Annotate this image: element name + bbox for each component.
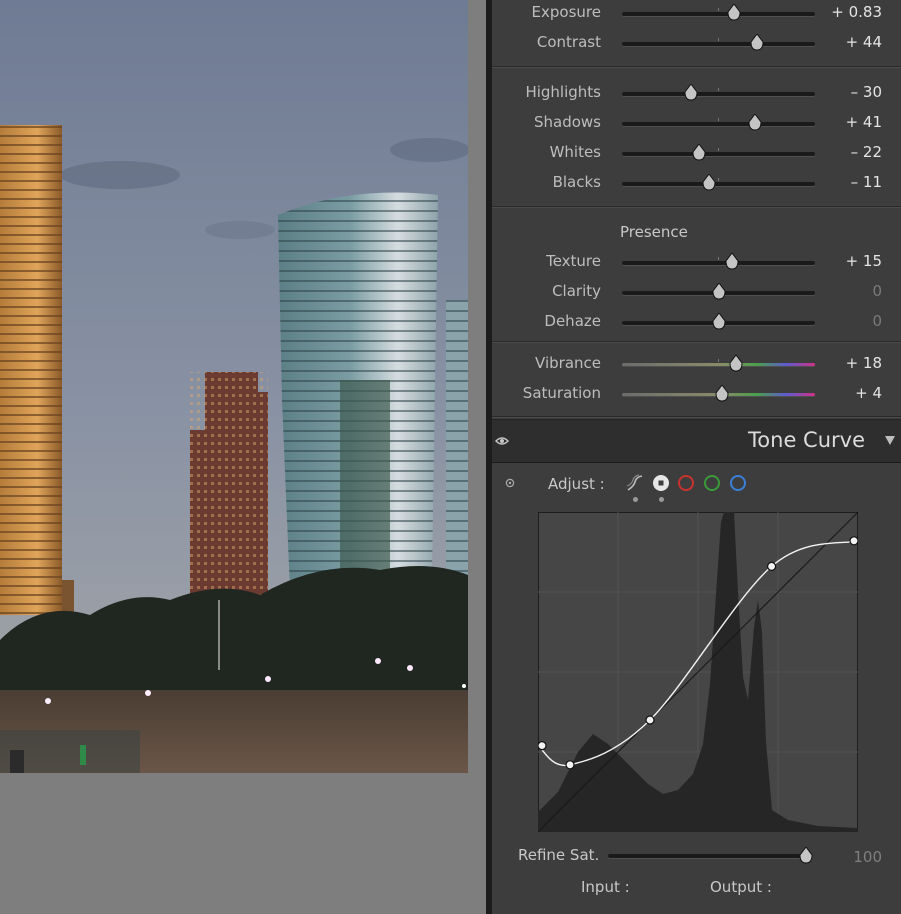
shadows-label: Shadows bbox=[533, 113, 601, 131]
slider-row-shadows: Shadows + 41 bbox=[492, 110, 901, 138]
curve-control-point[interactable] bbox=[767, 561, 777, 572]
input-readout-label: Input : bbox=[581, 878, 630, 896]
slider-center-tick bbox=[718, 88, 719, 91]
saturation-slider[interactable] bbox=[622, 385, 815, 402]
slider-center-tick bbox=[718, 178, 719, 181]
exposure-label: Exposure bbox=[531, 3, 601, 21]
slider-row-highlights: Highlights – 30 bbox=[492, 80, 901, 108]
contrast-slider-thumb[interactable] bbox=[750, 34, 764, 52]
target-adjust-icon[interactable] bbox=[505, 478, 515, 488]
photo-preview-area bbox=[0, 0, 486, 914]
parametric-curve-icon[interactable] bbox=[626, 474, 644, 492]
slider-row-texture: Texture + 15 bbox=[492, 249, 901, 277]
shadows-slider[interactable] bbox=[622, 114, 815, 131]
curve-control-point[interactable] bbox=[645, 715, 655, 725]
highlights-slider[interactable] bbox=[622, 84, 815, 101]
blue-channel-button[interactable] bbox=[730, 475, 746, 491]
whites-value[interactable]: – 22 bbox=[851, 143, 882, 161]
blacks-slider-thumb[interactable] bbox=[702, 174, 716, 192]
collapse-triangle-icon[interactable] bbox=[885, 436, 895, 445]
texture-slider[interactable] bbox=[622, 253, 815, 270]
slider-row-clarity: Clarity 0 bbox=[492, 279, 901, 307]
slider-center-tick bbox=[718, 257, 719, 260]
tone-curve-graph[interactable] bbox=[537, 511, 859, 833]
blacks-slider[interactable] bbox=[622, 174, 815, 191]
presence-heading: Presence bbox=[620, 223, 688, 241]
separator bbox=[492, 416, 901, 418]
tone-curve-title[interactable]: Tone Curve bbox=[748, 428, 865, 452]
slider-center-tick bbox=[718, 38, 719, 41]
slider-row-saturation: Saturation + 4 bbox=[492, 381, 901, 409]
point-indicator-dot bbox=[659, 497, 664, 502]
city-photo bbox=[0, 0, 468, 773]
dehaze-label: Dehaze bbox=[544, 312, 601, 330]
texture-slider-thumb[interactable] bbox=[725, 253, 739, 271]
tone-curve-header[interactable]: Tone Curve bbox=[492, 419, 901, 463]
slider-row-vibrance: Vibrance + 18 bbox=[492, 351, 901, 379]
highlights-value[interactable]: – 30 bbox=[851, 83, 882, 101]
exposure-slider[interactable] bbox=[622, 4, 815, 21]
curve-control-point[interactable] bbox=[565, 760, 575, 770]
photo-preview bbox=[0, 0, 468, 773]
shadows-slider-thumb[interactable] bbox=[748, 114, 762, 132]
develop-panel: Exposure + 0.83 Contrast + 44 Highlights – 30… bbox=[492, 0, 901, 914]
slider-row-exposure: Exposure + 0.83 bbox=[492, 0, 901, 28]
highlights-slider-thumb[interactable] bbox=[684, 84, 698, 102]
saturation-slider-thumb[interactable] bbox=[715, 385, 729, 403]
eye-icon[interactable] bbox=[495, 436, 509, 446]
slider-center-tick bbox=[718, 359, 719, 362]
refine-sat-label: Refine Sat. bbox=[518, 846, 600, 864]
whites-slider[interactable] bbox=[622, 144, 815, 161]
separator bbox=[492, 206, 901, 208]
slider-row-contrast: Contrast + 44 bbox=[492, 30, 901, 58]
clarity-slider[interactable] bbox=[622, 283, 815, 300]
clarity-value[interactable]: 0 bbox=[872, 282, 882, 300]
texture-label: Texture bbox=[546, 252, 601, 270]
separator bbox=[492, 66, 901, 68]
shadows-value[interactable]: + 41 bbox=[846, 113, 882, 131]
clarity-label: Clarity bbox=[552, 282, 601, 300]
contrast-label: Contrast bbox=[536, 33, 601, 51]
exposure-value[interactable]: + 0.83 bbox=[831, 3, 882, 21]
curve-control-point[interactable] bbox=[849, 536, 859, 546]
green-channel-button[interactable] bbox=[704, 475, 720, 491]
slider-row-dehaze: Dehaze 0 bbox=[492, 309, 901, 337]
tone-curve-svg[interactable] bbox=[537, 511, 859, 833]
blacks-value[interactable]: – 11 bbox=[851, 173, 882, 191]
slider-row-blacks: Blacks – 11 bbox=[492, 170, 901, 198]
dehaze-slider[interactable] bbox=[622, 313, 815, 330]
blacks-label: Blacks bbox=[552, 173, 601, 191]
dehaze-value[interactable]: 0 bbox=[872, 312, 882, 330]
vibrance-value[interactable]: + 18 bbox=[846, 354, 882, 372]
vibrance-slider-thumb[interactable] bbox=[729, 355, 743, 373]
vibrance-label: Vibrance bbox=[535, 354, 601, 372]
clarity-slider-thumb[interactable] bbox=[711, 283, 726, 301]
curve-control-point[interactable] bbox=[537, 741, 547, 751]
highlights-label: Highlights bbox=[525, 83, 601, 101]
refine-sat-slider[interactable] bbox=[608, 847, 813, 864]
dehaze-slider-thumb[interactable] bbox=[711, 313, 726, 331]
whites-slider-thumb[interactable] bbox=[692, 144, 706, 162]
saturation-label: Saturation bbox=[522, 384, 601, 402]
curve-channel-selector bbox=[626, 474, 756, 504]
adjust-label: Adjust : bbox=[548, 475, 605, 493]
parametric-indicator-dot bbox=[633, 497, 638, 502]
whites-label: Whites bbox=[549, 143, 601, 161]
contrast-value[interactable]: + 44 bbox=[846, 33, 882, 51]
slider-center-tick bbox=[718, 118, 719, 121]
output-readout-label: Output : bbox=[710, 878, 772, 896]
separator bbox=[492, 341, 901, 343]
slider-row-whites: Whites – 22 bbox=[492, 140, 901, 168]
texture-value[interactable]: + 15 bbox=[846, 252, 882, 270]
point-curve-icon[interactable] bbox=[652, 474, 670, 492]
exposure-slider-thumb[interactable] bbox=[727, 4, 741, 22]
slider-center-tick bbox=[718, 148, 719, 151]
refine-sat-value: 100 bbox=[853, 848, 882, 866]
refine-sat-thumb[interactable] bbox=[799, 847, 813, 865]
red-channel-button[interactable] bbox=[678, 475, 694, 491]
slider-center-tick bbox=[718, 8, 719, 11]
vibrance-slider[interactable] bbox=[622, 355, 815, 372]
contrast-slider[interactable] bbox=[622, 34, 815, 51]
saturation-value[interactable]: + 4 bbox=[855, 384, 882, 402]
